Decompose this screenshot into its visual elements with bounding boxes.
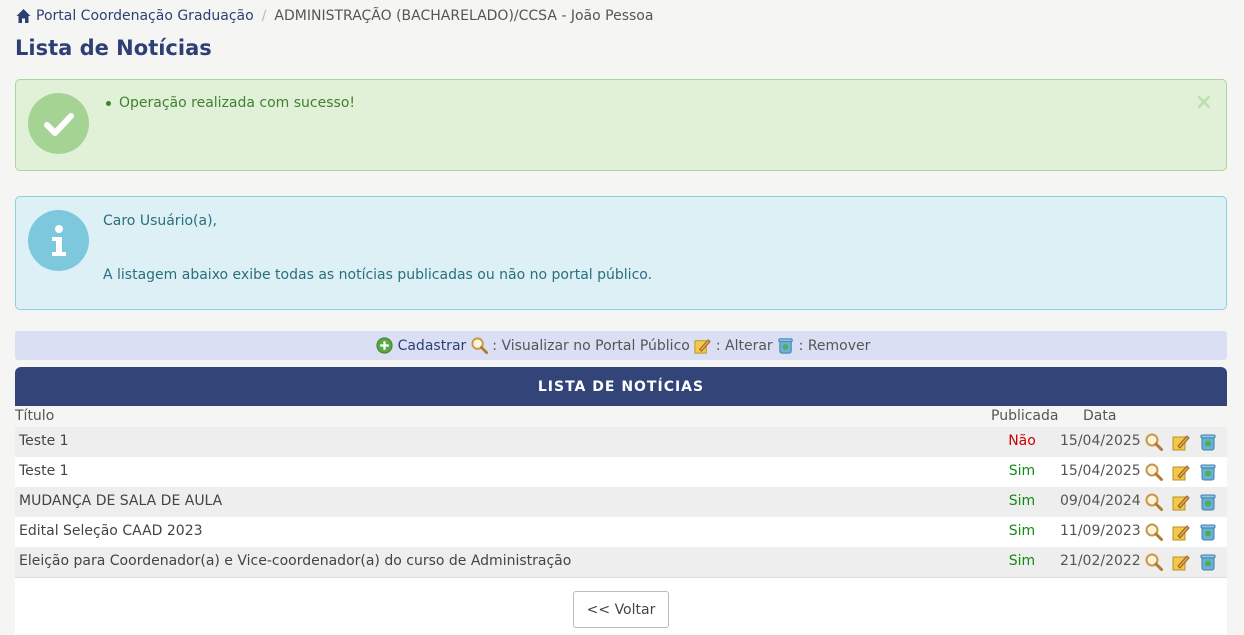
published-status: Sim (1008, 493, 1036, 509)
table-row: MUDANÇA DE SALA DE AULA Sim 09/04/2024 (15, 487, 1227, 517)
table-row: Teste 1 Não 15/04/2025 (15, 427, 1227, 457)
row-actions (1143, 551, 1224, 573)
table-row: Teste 1 Sim 15/04/2025 (15, 457, 1227, 487)
trash-icon[interactable] (1197, 431, 1219, 453)
edit-icon[interactable] (1170, 431, 1192, 453)
column-header-data: Data (1083, 408, 1117, 424)
edit-icon[interactable] (1170, 521, 1192, 543)
trash-icon[interactable] (1197, 521, 1219, 543)
close-icon[interactable]: × (1195, 92, 1213, 114)
legend-remover: : Remover (798, 337, 871, 354)
trash-icon[interactable] (1197, 551, 1219, 573)
success-message: Operação realizada com sucesso! (106, 95, 355, 111)
news-table-body: Teste 1 Não 15/04/2025 Teste 1 Sim 15/04… (15, 427, 1227, 577)
news-date: 11/09/2023 (1060, 523, 1141, 539)
success-message-text: Operação realizada com sucesso! (119, 95, 356, 111)
add-icon[interactable] (375, 336, 395, 356)
edit-icon[interactable] (1170, 461, 1192, 483)
news-date: 21/02/2022 (1060, 553, 1141, 569)
cadastrar-link[interactable]: Cadastrar (398, 338, 467, 354)
row-actions (1143, 491, 1224, 513)
view-icon[interactable] (1143, 491, 1165, 513)
edit-icon (693, 336, 713, 356)
news-date: 15/04/2025 (1060, 433, 1141, 449)
bullet-icon (106, 100, 111, 106)
view-icon[interactable] (1143, 431, 1165, 453)
info-alert: Caro Usuário(a), A listagem abaixo exibe… (15, 196, 1227, 310)
info-description: A listagem abaixo exibe todas as notícia… (103, 267, 653, 283)
checkmark-icon (28, 93, 89, 154)
news-title: Edital Seleção CAAD 2023 (19, 523, 203, 539)
breadcrumb-current: ADMINISTRAÇÃO (BACHARELADO)/CCSA - João … (274, 8, 654, 24)
table-caption: LISTA DE NOTÍCIAS (15, 367, 1227, 406)
actions-legend: Cadastrar : Visualizar no Portal Público… (15, 331, 1227, 360)
news-title: Teste 1 (19, 463, 69, 479)
home-icon (16, 9, 31, 23)
edit-icon[interactable] (1170, 491, 1192, 513)
view-icon[interactable] (1143, 461, 1165, 483)
table-row: Eleição para Coordenador(a) e Vice-coord… (15, 547, 1227, 577)
published-status: Sim (1008, 523, 1036, 539)
table-row: Edital Seleção CAAD 2023 Sim 11/09/2023 (15, 517, 1227, 547)
row-actions (1143, 431, 1224, 453)
row-actions (1143, 461, 1224, 483)
breadcrumb: Portal Coordenação Graduação / ADMINISTR… (15, 6, 653, 26)
news-date: 15/04/2025 (1060, 463, 1141, 479)
breadcrumb-separator: / (261, 8, 267, 24)
column-header-titulo: Título (15, 408, 55, 424)
news-title: Teste 1 (19, 433, 69, 449)
published-status: Não (1008, 433, 1036, 449)
back-button[interactable]: << Voltar (573, 591, 669, 628)
trash-icon[interactable] (1197, 461, 1219, 483)
info-greeting: Caro Usuário(a), (103, 213, 217, 229)
news-date: 09/04/2024 (1060, 493, 1141, 509)
edit-icon[interactable] (1170, 551, 1192, 573)
legend-alterar: : Alterar (715, 337, 773, 354)
published-status: Sim (1008, 553, 1036, 569)
info-icon (28, 210, 89, 271)
success-alert: Operação realizada com sucesso! × (15, 79, 1227, 171)
legend-visualizar: : Visualizar no Portal Público (492, 337, 690, 354)
column-header-publicada: Publicada (991, 408, 1059, 424)
row-actions (1143, 521, 1224, 543)
view-icon[interactable] (1143, 521, 1165, 543)
breadcrumb-home-link[interactable]: Portal Coordenação Graduação (15, 8, 254, 24)
published-status: Sim (1008, 463, 1036, 479)
table-column-headers: Título Publicada Data (15, 406, 1227, 427)
page-title: Lista de Notícias (15, 36, 212, 60)
news-title: MUDANÇA DE SALA DE AULA (19, 493, 223, 509)
table-footer: << Voltar (15, 577, 1227, 635)
news-title: Eleição para Coordenador(a) e Vice-coord… (19, 553, 572, 569)
view-icon[interactable] (1143, 551, 1165, 573)
breadcrumb-home-label: Portal Coordenação Graduação (36, 8, 254, 24)
magnifier-icon (469, 336, 489, 356)
trash-icon[interactable] (1197, 491, 1219, 513)
trash-icon (776, 336, 796, 356)
